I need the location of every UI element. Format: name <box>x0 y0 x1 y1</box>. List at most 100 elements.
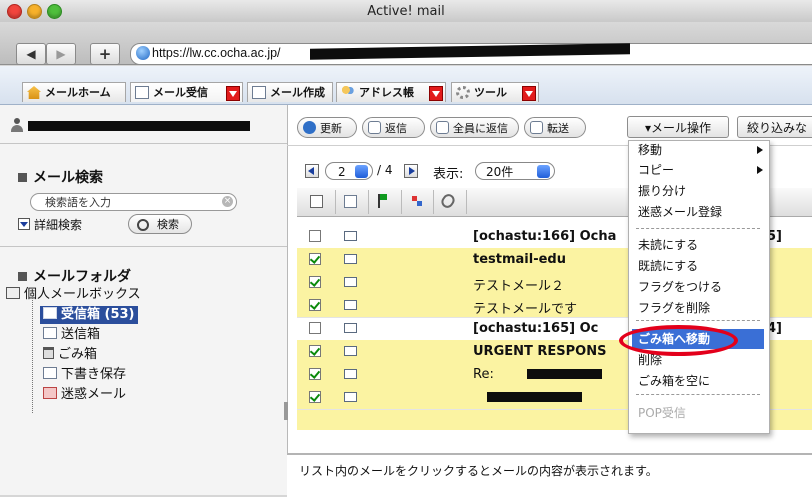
advanced-search-toggle-icon[interactable] <box>18 218 30 230</box>
row-checkbox[interactable] <box>309 253 321 265</box>
row-checkbox[interactable] <box>309 230 321 242</box>
pane-resize-handle[interactable] <box>284 402 288 420</box>
tab-dropdown-icon[interactable] <box>429 86 443 101</box>
tab-mail-receive[interactable]: メール受信 <box>130 82 243 102</box>
mail-operations-menu-button[interactable]: ▾メール操作 <box>627 116 729 138</box>
menu-item[interactable]: 既読にする <box>632 256 764 276</box>
display-label: 表示: <box>433 167 464 182</box>
menu-item[interactable]: ごみ箱を空に <box>632 371 764 391</box>
menu-item[interactable]: コピー <box>632 160 764 180</box>
clear-search-icon[interactable]: × <box>222 196 233 207</box>
forward-button[interactable]: ▶ <box>46 43 76 65</box>
reply-all-button[interactable]: 全員に返信 <box>430 117 519 138</box>
add-bookmark-button[interactable]: + <box>90 43 120 65</box>
draft-icon <box>43 367 57 379</box>
folder-inbox[interactable]: 受信箱 (53) <box>40 306 138 324</box>
folder-root[interactable]: 個人メールボックス <box>6 286 141 304</box>
row-checkbox[interactable] <box>309 276 321 288</box>
priority-column-icon[interactable] <box>410 194 424 208</box>
read-status-column-icon[interactable] <box>344 195 357 208</box>
tree-line <box>32 295 34 413</box>
read-mail-icon <box>344 300 357 310</box>
house-icon <box>27 86 41 99</box>
column-divider <box>433 190 434 214</box>
per-page-select[interactable]: 20件 <box>475 162 555 180</box>
refresh-button[interactable]: 更新 <box>297 117 357 138</box>
menu-item[interactable]: フラグをつける <box>632 277 764 297</box>
column-divider <box>335 190 336 214</box>
menu-separator <box>636 394 760 395</box>
row-checkbox[interactable] <box>309 368 321 380</box>
read-mail-icon <box>344 254 357 264</box>
read-mail-icon <box>344 346 357 356</box>
sent-icon <box>43 327 57 339</box>
trash-icon <box>43 347 54 359</box>
highlight-ellipse <box>619 325 738 356</box>
column-divider <box>368 190 369 214</box>
people-icon <box>341 86 355 99</box>
advanced-search-label[interactable]: 詳細検索 <box>34 216 82 233</box>
plus-icon: + <box>98 45 112 63</box>
filter-button[interactable]: 絞り込みな <box>737 116 812 138</box>
read-mail-icon <box>344 392 357 402</box>
tab-dropdown-icon[interactable] <box>226 86 240 101</box>
divider <box>0 143 287 144</box>
globe-icon <box>136 46 150 60</box>
menu-item[interactable]: フラグを削除 <box>632 298 764 318</box>
refresh-icon <box>303 121 316 134</box>
select-all-checkbox[interactable] <box>310 195 323 208</box>
inbox-icon <box>135 86 149 99</box>
tab-label: アドレス帳 <box>359 86 414 99</box>
back-arrow-icon: ◀ <box>26 47 36 61</box>
search-button[interactable]: 検索 <box>128 214 192 234</box>
folder-sent[interactable]: 送信箱 <box>43 326 100 344</box>
row-checkbox[interactable] <box>309 322 321 334</box>
message-subject[interactable]: テストメールです <box>473 298 577 317</box>
menu-item[interactable]: 迷惑メール登録 <box>632 202 764 222</box>
window-title: Active! mail <box>367 4 445 19</box>
message-subject[interactable]: testmail-edu <box>473 252 566 267</box>
folder-drafts[interactable]: 下書き保存 <box>43 366 126 384</box>
search-input[interactable]: 検索語を入力 <box>30 193 237 211</box>
menu-item[interactable]: 未読にする <box>632 235 764 255</box>
forward-icon <box>530 121 543 134</box>
message-subject[interactable]: Re: <box>473 367 494 382</box>
menu-item[interactable]: 移動 <box>632 140 764 160</box>
mail-folder-heading: メールフォルダ <box>18 266 131 286</box>
read-mail-icon <box>344 277 357 287</box>
submenu-arrow-icon <box>757 166 763 174</box>
user-name-redacted <box>28 121 250 131</box>
folder-trash[interactable]: ごみ箱 <box>43 346 97 364</box>
preview-hint: リスト内のメールをクリックするとメールの内容が表示されます。 <box>299 464 658 478</box>
tab-dropdown-icon[interactable] <box>522 86 536 101</box>
menu-item[interactable]: POP受信 <box>632 403 764 423</box>
message-subject[interactable]: [ochastu:166] Ocha <box>473 229 616 244</box>
column-divider <box>466 190 467 214</box>
tab-mail-home[interactable]: メールホーム <box>22 82 126 102</box>
user-icon <box>10 118 24 134</box>
next-page-button[interactable] <box>404 164 418 178</box>
message-subject[interactable]: URGENT RESPONS <box>473 344 606 359</box>
row-checkbox[interactable] <box>309 299 321 311</box>
tab-tools[interactable]: ツール <box>451 82 539 102</box>
tab-address-book[interactable]: アドレス帳 <box>336 82 446 102</box>
page-select[interactable]: 2 <box>325 162 373 180</box>
menu-separator <box>636 228 760 229</box>
row-checkbox[interactable] <box>309 345 321 357</box>
tab-label: メール作成 <box>270 86 325 99</box>
read-mail-icon <box>344 369 357 379</box>
tab-mail-compose[interactable]: メール作成 <box>247 82 333 102</box>
prev-page-button[interactable] <box>305 164 319 178</box>
back-button[interactable]: ◀ <box>16 43 46 65</box>
message-subject[interactable]: [ochastu:165] Oc <box>473 321 598 336</box>
message-subject[interactable]: テストメール２ <box>473 275 564 294</box>
forward-mail-button[interactable]: 転送 <box>524 117 586 138</box>
folder-spam[interactable]: 迷惑メール <box>43 386 126 404</box>
total-pages: / 4 <box>377 163 393 177</box>
tab-label: メールホーム <box>45 86 111 99</box>
row-checkbox[interactable] <box>309 391 321 403</box>
stepper-icon <box>537 165 550 178</box>
menu-item[interactable]: 振り分け <box>632 181 764 201</box>
reply-button[interactable]: 返信 <box>362 117 425 138</box>
flag-column-icon[interactable] <box>378 194 388 208</box>
